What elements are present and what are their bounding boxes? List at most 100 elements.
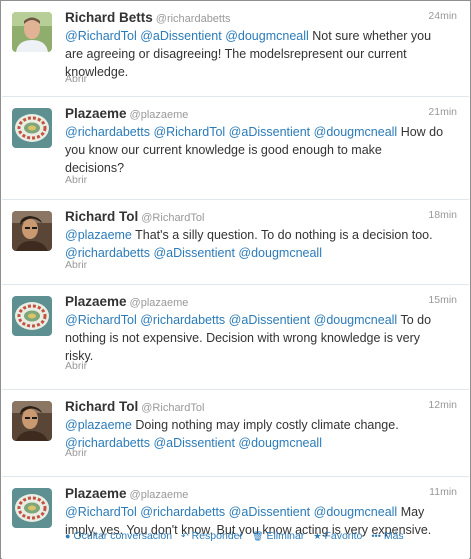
text-span: To do: [397, 313, 432, 327]
tweet[interactable]: Richard Betts @richardabetts 24min @Richard…: [2, 1, 469, 97]
timeline: Richard Betts @richardabetts 24min @Richard…: [0, 0, 471, 559]
tweet-header: Plazaeme @plazaeme 11min: [65, 485, 457, 503]
action-label: Más: [383, 530, 404, 542]
author-handle[interactable]: @richardabetts: [156, 13, 231, 25]
timestamp[interactable]: 21min: [428, 106, 457, 118]
trash-icon: 🗑: [252, 531, 264, 541]
mention-link[interactable]: @RichardTol: [65, 313, 137, 327]
tweet-text-line: @plazaeme That's a silly question. To do…: [65, 226, 459, 244]
author-name[interactable]: Plazaeme: [65, 106, 127, 121]
mention-link[interactable]: @dougmcneall: [225, 29, 309, 43]
tweet-text-line: are agreeing or disagreeing! The modelsr…: [65, 45, 459, 63]
timestamp[interactable]: 15min: [428, 294, 457, 306]
mention-link[interactable]: @richardabetts: [140, 313, 225, 327]
tweet-text: @richardabetts @RichardTol @aDissentient…: [65, 123, 459, 177]
tweet-text-line: @richardabetts @RichardTol @aDissentient…: [65, 123, 459, 141]
tweet-text-line: nothing is not expensive. Decision with …: [65, 329, 459, 347]
tweet-text-line: @RichardTol @richardabetts @aDissentient…: [65, 311, 459, 329]
text-span: decisions?: [65, 161, 125, 175]
open-link[interactable]: Abrir: [65, 174, 87, 186]
tweet-header: Richard Tol @RichardTol 12min: [65, 398, 457, 416]
star-icon: ★: [313, 531, 322, 541]
tweet-header: Richard Tol @RichardTol 18min: [65, 208, 457, 226]
reply-action[interactable]: ↶ Responder: [181, 530, 243, 542]
author-handle[interactable]: @plazaeme: [130, 297, 189, 309]
mention-link[interactable]: @aDissentient: [140, 29, 221, 43]
timestamp[interactable]: 11min: [429, 486, 457, 498]
tweet-actions: ● Ocultar conversación ↶ Responder 🗑 Eliminar…: [65, 530, 413, 542]
mention-link[interactable]: @dougmcneall: [314, 313, 398, 327]
mention-link[interactable]: @aDissentient: [153, 246, 234, 260]
open-link[interactable]: Abrir: [65, 259, 87, 271]
mention-link[interactable]: @RichardTol: [65, 505, 137, 519]
open-link[interactable]: Abrir: [65, 360, 87, 372]
tweet-text-line: @RichardTol @aDissentient @dougmcneall N…: [65, 27, 459, 45]
conversation-icon: ●: [65, 531, 71, 541]
mention-link[interactable]: @aDissentient: [229, 313, 310, 327]
author-handle[interactable]: @RichardTol: [141, 402, 204, 414]
mention-link[interactable]: @richardabetts: [65, 125, 150, 139]
tweet[interactable]: Plazaeme @plazaeme 15min @RichardTol @richa…: [2, 285, 469, 390]
timestamp[interactable]: 18min: [428, 209, 457, 221]
more-icon: •••: [371, 531, 381, 541]
conversation-action[interactable]: ● Ocultar conversación: [65, 530, 172, 542]
tweet[interactable]: Richard Tol @RichardTol 18min @plazaeme Tha…: [2, 200, 469, 285]
mention-link[interactable]: @richardabetts: [65, 246, 150, 260]
avatar[interactable]: [12, 211, 52, 251]
action-label: Responder: [191, 530, 243, 542]
avatar[interactable]: [12, 108, 52, 148]
author-name[interactable]: Richard Tol: [65, 209, 138, 224]
reply-icon: ↶: [181, 531, 189, 541]
tweet-text-line: @richardabetts @aDissentient @dougmcneal…: [65, 434, 459, 452]
timestamp[interactable]: 12min: [428, 399, 457, 411]
action-label: Favorito: [324, 530, 363, 542]
mention-link[interactable]: @plazaeme: [65, 228, 132, 242]
mention-link[interactable]: @dougmcneall: [238, 436, 322, 450]
tweet[interactable]: Richard Tol @RichardTol 12min @plazaeme Doi…: [2, 390, 469, 477]
mention-link[interactable]: @aDissentient: [229, 125, 310, 139]
tweet[interactable]: Plazaeme @plazaeme 11min @RichardTol @richa…: [2, 477, 469, 559]
tweet-text: @plazaeme That's a silly question. To do…: [65, 226, 459, 262]
text-span: That's a silly question. To do nothing i…: [131, 228, 433, 242]
tweet[interactable]: Plazaeme @plazaeme 21min @richardabetts @Ri…: [2, 97, 469, 200]
tweet-header: Plazaeme @plazaeme 15min: [65, 293, 457, 311]
author-name[interactable]: Richard Tol: [65, 399, 138, 414]
mention-link[interactable]: @richardabetts: [140, 505, 225, 519]
action-label: Ocultar conversación: [73, 530, 173, 542]
mention-link[interactable]: @dougmcneall: [314, 505, 398, 519]
text-span: you know our current knowledge is good e…: [65, 143, 382, 157]
tweet-text: @RichardTol @aDissentient @dougmcneall N…: [65, 27, 459, 81]
text-span: nothing is not expensive. Decision with …: [65, 331, 421, 345]
author-name[interactable]: Plazaeme: [65, 294, 127, 309]
mention-link[interactable]: @RichardTol: [65, 29, 137, 43]
text-span: May: [397, 505, 425, 519]
star-action[interactable]: ★ Favorito: [313, 530, 362, 542]
timestamp[interactable]: 24min: [428, 10, 457, 22]
tweet-header: Richard Betts @richardabetts 24min: [65, 9, 457, 27]
author-handle[interactable]: @plazaeme: [130, 489, 189, 501]
avatar[interactable]: [12, 12, 52, 52]
tweet-text-line: @plazaeme Doing nothing may imply costly…: [65, 416, 459, 434]
text-span: How do: [397, 125, 444, 139]
open-link[interactable]: Abrir: [65, 73, 87, 85]
mention-link[interactable]: @plazaeme: [65, 418, 132, 432]
mention-link[interactable]: @RichardTol: [153, 125, 225, 139]
open-link[interactable]: Abrir: [65, 447, 87, 459]
author-handle[interactable]: @plazaeme: [130, 109, 189, 121]
tweet-text-line: @RichardTol @richardabetts @aDissentient…: [65, 503, 459, 521]
mention-link[interactable]: @dougmcneall: [314, 125, 398, 139]
more-action[interactable]: ••• Más: [371, 530, 403, 542]
text-span: Doing nothing may imply costly climate c…: [131, 418, 399, 432]
mention-link[interactable]: @aDissentient: [229, 505, 310, 519]
mention-link[interactable]: @aDissentient: [153, 436, 234, 450]
avatar[interactable]: [12, 296, 52, 336]
author-name[interactable]: Richard Betts: [65, 10, 153, 25]
action-label: Eliminar: [266, 530, 305, 542]
avatar[interactable]: [12, 488, 52, 528]
mention-link[interactable]: @dougmcneall: [238, 246, 322, 260]
author-name[interactable]: Plazaeme: [65, 486, 127, 501]
tweet-text-line: knowledge.: [65, 63, 459, 81]
avatar[interactable]: [12, 401, 52, 441]
author-handle[interactable]: @RichardTol: [141, 212, 204, 224]
trash-action[interactable]: 🗑 Eliminar: [252, 530, 304, 542]
